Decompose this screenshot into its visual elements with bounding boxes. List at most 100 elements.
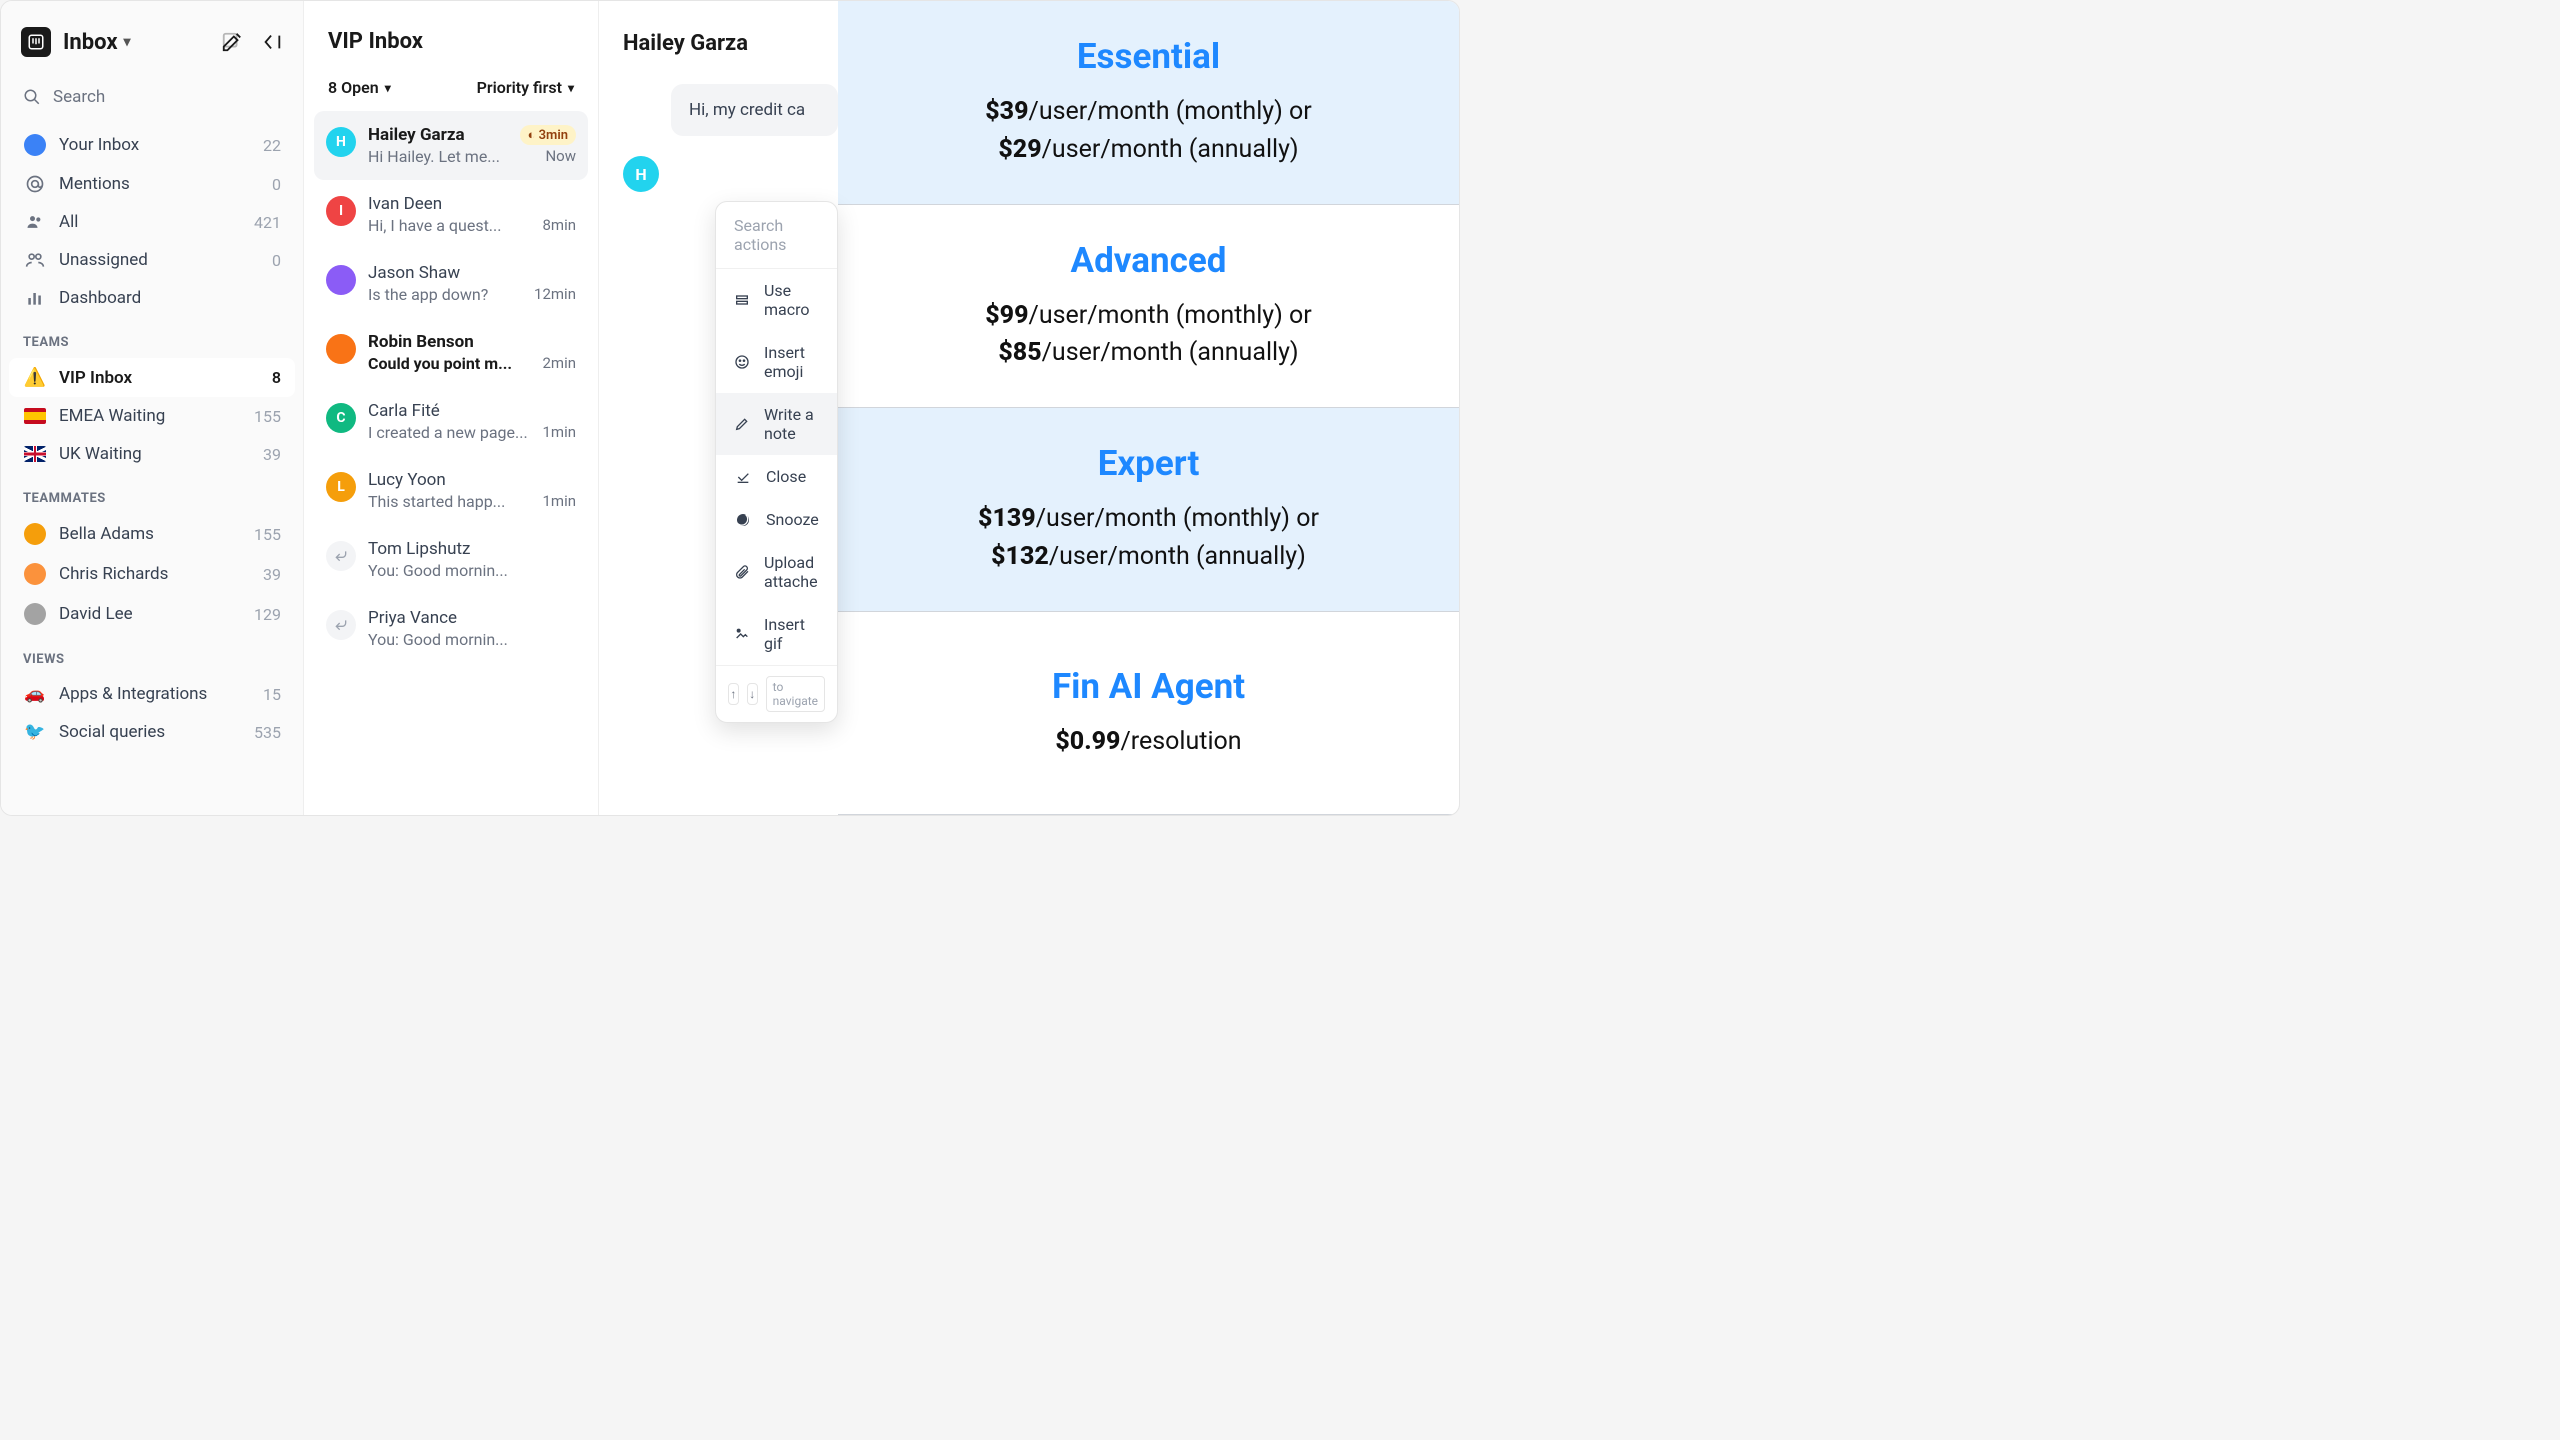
team-uk-waiting[interactable]: UK Waiting 39 (1, 435, 303, 473)
action-note[interactable]: Write a note (716, 393, 837, 455)
message-bubble: Hi, my credit ca (671, 84, 838, 136)
conversation-avatar: H (326, 127, 356, 157)
conversation-item[interactable]: Jason Shaw Is the app down?12min (314, 249, 588, 318)
team-icon: ⚠️ (23, 367, 47, 388)
sidebar: Inbox ▾ Search Your Inbox 22 Mentions 0 … (1, 1, 304, 815)
bars-icon (23, 288, 47, 308)
conversation-avatar (326, 334, 356, 364)
action-close[interactable]: Close (716, 455, 837, 498)
avatar (23, 563, 47, 585)
list-title: VIP Inbox (314, 17, 588, 78)
conversation-avatar: C (326, 403, 356, 433)
sidebar-header: Inbox ▾ (1, 17, 303, 77)
conversation-avatar: I (326, 196, 356, 226)
nav-your-inbox[interactable]: Your Inbox 22 (1, 125, 303, 165)
tier-price: $39/user/month (monthly) or$29/user/mont… (985, 93, 1311, 168)
action-search-input[interactable]: Search actions (716, 202, 837, 269)
team-emea-waiting[interactable]: EMEA Waiting 155 (1, 397, 303, 435)
snooze-icon (734, 512, 752, 528)
action-macro[interactable]: Use macro (716, 269, 837, 331)
search-icon (23, 88, 41, 106)
arrow-up-key: ↑ (728, 683, 739, 705)
gif-icon (734, 626, 750, 642)
conversation-item[interactable]: H Hailey Garza◐ 3min Hi Hailey. Let me..… (314, 111, 588, 180)
conversation-item[interactable]: I Ivan Deen Hi, I have a quest...8min (314, 180, 588, 249)
conversation-list: VIP Inbox 8 Open▾ Priority first▾ H Hail… (304, 1, 599, 815)
tier-name: Fin AI Agent (1052, 666, 1245, 707)
nav-mentions[interactable]: Mentions 0 (1, 165, 303, 203)
conversation-item[interactable]: Robin Benson Could you point m...2min (314, 318, 588, 387)
emoji-icon (734, 354, 750, 370)
view-icon: 🚗 (23, 684, 47, 704)
avatar-icon (23, 134, 47, 156)
pricing-panel: Essential $39/user/month (monthly) or$29… (838, 1, 1459, 815)
group-icon (23, 250, 47, 270)
action-menu-footer: ↑ ↓ to navigate (716, 665, 837, 722)
macro-icon (734, 292, 750, 308)
teammate-bella-adams[interactable]: Bella Adams 155 (1, 514, 303, 554)
nav-dashboard[interactable]: Dashboard (1, 279, 303, 317)
avatar (23, 603, 47, 625)
search-input[interactable]: Search (1, 77, 303, 125)
people-icon (23, 212, 47, 232)
attach-icon (734, 564, 750, 580)
teammates-section-label: TEAMMATES (1, 473, 303, 514)
tier-price: $0.99/resolution (1055, 723, 1241, 761)
nav-hint: to navigate (766, 676, 825, 712)
intercom-icon (27, 33, 45, 51)
conversation-avatar: L (326, 472, 356, 502)
open-filter[interactable]: 8 Open▾ (328, 78, 391, 97)
tier-price: $99/user/month (monthly) or$85/user/mont… (985, 297, 1311, 372)
tier-fin-ai-agent: Fin AI Agent $0.99/resolution (838, 612, 1459, 816)
collapse-icon[interactable] (261, 31, 283, 53)
note-icon (734, 416, 750, 432)
tier-name: Expert (1098, 443, 1200, 484)
app-container: Inbox ▾ Search Your Inbox 22 Mentions 0 … (0, 0, 1460, 816)
tier-essential: Essential $39/user/month (monthly) or$29… (838, 1, 1459, 205)
action-gif[interactable]: Insert gif (716, 603, 837, 665)
nav-all[interactable]: All 421 (1, 203, 303, 241)
app-logo[interactable] (21, 27, 51, 57)
team-icon (23, 408, 47, 424)
close-icon (734, 469, 752, 485)
view-apps-&-integrations[interactable]: 🚗 Apps & Integrations 15 (1, 675, 303, 713)
chevron-down-icon: ▾ (124, 34, 131, 50)
tier-advanced: Advanced $99/user/month (monthly) or$85/… (838, 205, 1459, 409)
conversation-detail: Hailey Garza Hi, my credit ca H Search a… (599, 1, 838, 815)
tier-price: $139/user/month (monthly) or$132/user/mo… (978, 500, 1319, 575)
sender-avatar: H (623, 156, 659, 192)
action-emoji[interactable]: Insert emoji (716, 331, 837, 393)
compose-icon[interactable] (221, 31, 243, 53)
conversation-avatar (326, 265, 356, 295)
teammate-chris-richards[interactable]: Chris Richards 39 (1, 554, 303, 594)
conversation-item[interactable]: Priya Vance You: Good mornin... (314, 594, 588, 663)
nav-unassigned[interactable]: Unassigned 0 (1, 241, 303, 279)
tier-name: Essential (1077, 36, 1220, 77)
conversation-item[interactable]: Tom Lipshutz You: Good mornin... (314, 525, 588, 594)
avatar (23, 523, 47, 545)
tier-name: Advanced (1071, 240, 1227, 281)
team-icon (23, 446, 47, 462)
view-social-queries[interactable]: 🐦 Social queries 535 (1, 713, 303, 751)
teams-section-label: TEAMS (1, 317, 303, 358)
chevron-down-icon: ▾ (385, 81, 391, 95)
teammate-david-lee[interactable]: David Lee 129 (1, 594, 303, 634)
action-snooze[interactable]: Snooze (716, 498, 837, 541)
conversation-item[interactable]: C Carla Fité I created a new page...1min (314, 387, 588, 456)
view-icon: 🐦 (23, 722, 47, 742)
team-vip-inbox[interactable]: ⚠️ VIP Inbox 8 (9, 358, 295, 397)
conversation-title: Hailey Garza (599, 21, 838, 84)
sort-filter[interactable]: Priority first▾ (477, 78, 574, 97)
at-icon (23, 174, 47, 194)
action-attach[interactable]: Upload attache (716, 541, 837, 603)
sla-pill: ◐ 3min (520, 125, 576, 145)
reply-icon (326, 541, 356, 571)
sidebar-title[interactable]: Inbox ▾ (63, 30, 221, 55)
views-section-label: VIEWS (1, 634, 303, 675)
app-left: Inbox ▾ Search Your Inbox 22 Mentions 0 … (1, 1, 838, 815)
tier-expert: Expert $139/user/month (monthly) or$132/… (838, 408, 1459, 612)
conversation-item[interactable]: L Lucy Yoon This started happ...1min (314, 456, 588, 525)
arrow-down-key: ↓ (747, 683, 758, 705)
reply-icon (326, 610, 356, 640)
chevron-down-icon: ▾ (568, 81, 574, 95)
